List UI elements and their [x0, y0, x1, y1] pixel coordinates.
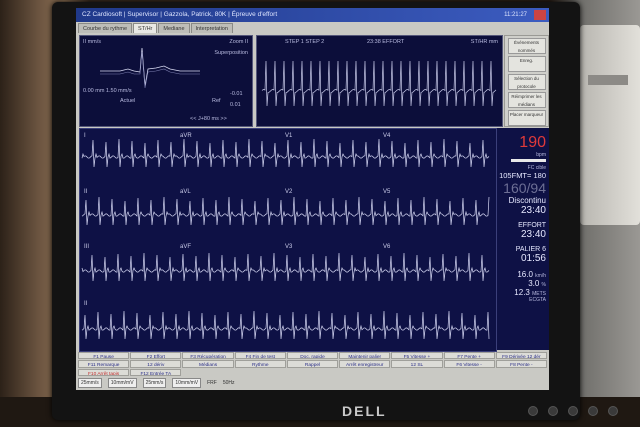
mets-value: 12.3	[514, 288, 530, 297]
fkey-effort[interactable]: F2 Effort	[130, 352, 182, 360]
vitals-panel: 190 bpm FC cible 105FMT= 180 160/94 Disc…	[497, 128, 549, 350]
fkey-quick-doc[interactable]: Doc. rapide	[286, 352, 339, 360]
place-marker-button[interactable]: Placer marqueur	[507, 110, 546, 126]
effort-time: 23:40	[520, 229, 546, 240]
panel2-stage: 23:38 EFFORT	[367, 39, 405, 45]
fkey-comment[interactable]: F11 Remarque	[78, 360, 130, 368]
panel2-unit: ST/HR mm	[470, 39, 498, 45]
tab-st-hr[interactable]: ST/Hr	[133, 23, 158, 33]
ecg-traces	[81, 138, 490, 340]
heart-rate-unit: bpm	[536, 152, 546, 158]
fkey-medians[interactable]: Médians	[182, 360, 234, 368]
lead-label-V1: V1	[285, 133, 293, 139]
title-bar: CZ Cardiosoft | Supervisor | Gazzola, Pa…	[76, 8, 549, 22]
fkey-grade-down[interactable]: F8 Pente -	[495, 360, 547, 368]
speed-select-2[interactable]: 25mm/s	[142, 377, 167, 388]
panel1-lead-label: II mm/s	[83, 39, 102, 45]
lead-label-rhythm-II: II	[84, 301, 88, 307]
protocol-select-button[interactable]: Sélection du protocole	[507, 74, 546, 90]
lead-label-V2: V2	[285, 189, 293, 195]
function-key-bar: F1 Pause F2 Effort F3 Récupération F4 Fi…	[78, 352, 547, 376]
lead-label-V5: V5	[383, 189, 391, 195]
panel2-steps: STEP 1 STEP 2	[285, 39, 325, 45]
fkey-hold-stage[interactable]: Maintenir palier	[339, 352, 391, 360]
ecg-trace-row-2	[81, 196, 490, 226]
fkey-enter-bp[interactable]: F12 Entrée TA	[130, 368, 182, 376]
st-trend-panel: STEP 1 STEP 2 23:38 EFFORT ST/HR mm	[256, 35, 503, 127]
fkey-12-leads[interactable]: 12 dériv	[130, 360, 182, 368]
monitor-buttons[interactable]	[528, 406, 618, 416]
side-button-panel: Événements nommés Enreg. Sélection du pr…	[504, 35, 549, 127]
fkey-grade-up[interactable]: F7 Pente +	[443, 352, 495, 360]
fkey-speed-down[interactable]: F6 Vitesse -	[443, 360, 495, 368]
close-icon[interactable]	[534, 10, 546, 20]
lead-label-aVF: aVF	[180, 244, 192, 250]
reprint-medians-button[interactable]: Réimprimer les médians	[507, 92, 546, 108]
ecg-trace-row-3	[81, 252, 490, 282]
window-title: CZ Cardiosoft | Supervisor | Gazzola, Pa…	[82, 11, 278, 18]
fkey-stop-treadmill[interactable]: F10 Arrêt tapis	[78, 368, 130, 376]
panel1-value-1: -0.01	[230, 91, 243, 97]
lead-label-aVR: aVR	[180, 133, 192, 139]
monitor-brand-logo: DELL	[342, 403, 387, 419]
heart-rate-value: 190	[519, 134, 546, 151]
panel1-ref: Ref	[212, 98, 221, 104]
tab-rhythm[interactable]: Courbe du rythme	[78, 23, 133, 33]
median-complex-panel: II mm/s Zoom II Superposition 0.00 mm 1.…	[79, 35, 253, 127]
target-hr-value: 105FMT= 180	[499, 171, 546, 180]
panel1-actual: Actuel	[120, 98, 136, 104]
fkey-end-test[interactable]: F4 Fin de test	[234, 352, 286, 360]
stage-time: 01:56	[520, 253, 546, 264]
fkey-rhythm[interactable]: Rythme	[234, 360, 286, 368]
fkey-speed-up[interactable]: F5 Vitesse +	[391, 352, 443, 360]
fkey-recovery[interactable]: F3 Récupération	[182, 352, 234, 360]
lead-label-II: II	[84, 189, 88, 195]
ecg-trace-row-4	[81, 310, 490, 340]
medical-device	[580, 25, 640, 225]
blood-pressure-value: 160/94	[503, 180, 546, 196]
tab-interpretation[interactable]: Interpretation	[190, 23, 233, 33]
panel1-superposition: Superposition	[214, 50, 248, 56]
heart-rate-bar	[511, 159, 546, 162]
lead-label-V4: V4	[383, 133, 391, 139]
panel1-zoom-label: Zoom II	[229, 39, 248, 45]
treadmill-grade: 3.0	[528, 279, 540, 288]
fkey-12-sl[interactable]: 12 SL	[391, 360, 443, 368]
lead-label-aVL: aVL	[180, 189, 191, 195]
lead-label-I: I	[84, 133, 86, 139]
treadmill-speed: 16.0	[517, 270, 533, 279]
ecg-trace-row-1	[81, 138, 490, 168]
lead-label-V3: V3	[285, 244, 293, 250]
lead-label-V6: V6	[383, 244, 391, 250]
fkey-recall[interactable]: Rappel	[286, 360, 339, 368]
stage-label: PALIER 6	[515, 246, 546, 253]
ecg-lead-display: I aVR V1 V4 II aVL V2 V5 III aVF V3 V6 I…	[79, 128, 497, 352]
speed-select-1[interactable]: 25mm/s	[78, 377, 102, 388]
discontinuous-time: 23:40	[520, 205, 546, 216]
rhythm-trend-trace	[261, 60, 497, 107]
discontinuous-label: Discontinu	[508, 196, 546, 205]
record-button[interactable]: Enreg.	[507, 56, 546, 72]
lead-label-III: III	[84, 244, 90, 250]
gain-select-1[interactable]: 10mm/mV	[107, 377, 137, 388]
settings-bar: 25mm/s 10mm/mV 25mm/s 10mm/mV FRF 50Hz	[78, 377, 547, 388]
named-events-button[interactable]: Événements nommés	[507, 38, 546, 54]
mains-frequency: 50Hz	[222, 379, 235, 386]
clock: 11:21:27	[504, 12, 527, 18]
vitals-footer: ECGTA	[529, 297, 546, 303]
panel1-footer: << J+80 ms >>	[190, 116, 227, 122]
fkey-lead-12[interactable]: F9 Dérivée 12 dér	[495, 352, 547, 360]
fkey-pause[interactable]: F1 Pause	[78, 352, 130, 360]
panel1-value-2: 0.01	[230, 102, 241, 108]
effort-label: EFFORT	[518, 222, 546, 229]
fkey-stop-recorder[interactable]: Arrêt enregistreur	[339, 360, 391, 368]
panel1-scale: 0.00 mm 1.50 mm/s	[83, 88, 132, 94]
ecg-application-screen: CZ Cardiosoft | Supervisor | Gazzola, Pa…	[76, 8, 549, 390]
tab-bar: Courbe du rythme ST/Hr Mediane Interpret…	[78, 23, 233, 33]
tab-median[interactable]: Mediane	[158, 23, 190, 33]
gain-select-2[interactable]: 10mm/mV	[172, 377, 202, 388]
filter-checkbox[interactable]: FRF	[207, 380, 217, 386]
